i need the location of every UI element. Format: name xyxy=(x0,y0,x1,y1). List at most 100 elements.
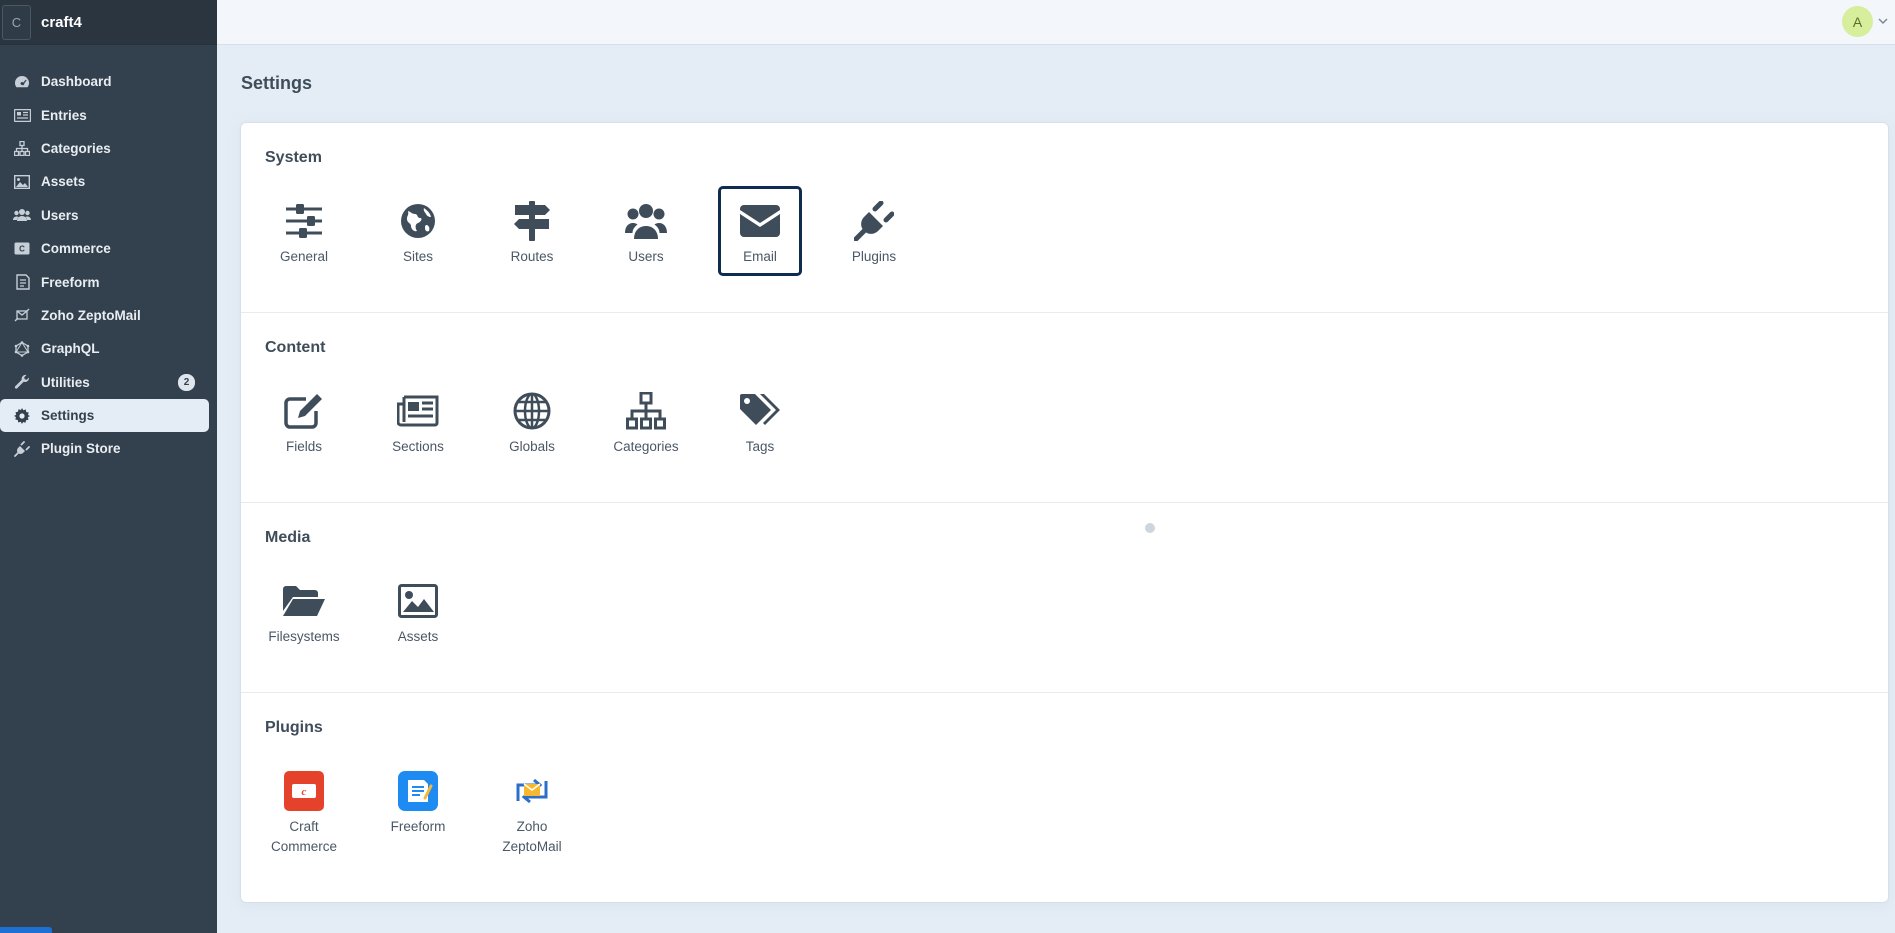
loading-spinner xyxy=(1145,523,1155,533)
tile-label: Zoho ZeptoMail xyxy=(502,819,562,854)
users-icon xyxy=(624,199,668,243)
tile-label: Plugins xyxy=(851,249,897,264)
freeform-icon xyxy=(396,769,440,813)
tile-globals[interactable]: Globals xyxy=(493,379,571,463)
graphql-icon xyxy=(13,340,31,358)
nav-label: Freeform xyxy=(41,274,100,290)
svg-text:C: C xyxy=(19,245,25,254)
tile-label: Email xyxy=(743,249,777,264)
tile-assets[interactable]: Assets xyxy=(379,569,457,653)
tile-fields[interactable]: Fields xyxy=(265,379,343,463)
freeform-icon xyxy=(13,273,31,291)
signpost-icon xyxy=(510,199,554,243)
tile-tags[interactable]: Tags xyxy=(721,379,799,463)
section-title: Plugins xyxy=(265,719,323,736)
image-icon xyxy=(13,173,31,191)
section-content: Content Fields Sections Globals Categori… xyxy=(241,313,1888,503)
tile-label: Tags xyxy=(745,439,775,454)
nav-item-categories[interactable]: Categories xyxy=(0,132,209,165)
chevron-down-icon[interactable] xyxy=(1877,14,1889,26)
nav-label: Dashboard xyxy=(41,74,112,90)
page-title: Settings xyxy=(241,73,313,93)
nav-item-assets[interactable]: Assets xyxy=(0,165,209,198)
tile-label: Assets xyxy=(397,629,439,644)
wrench-icon xyxy=(13,373,31,391)
nav-item-plugin-store[interactable]: Plugin Store xyxy=(0,432,209,465)
nav-label: Assets xyxy=(41,174,86,190)
zeptomail-icon xyxy=(510,769,554,813)
main-nav: Dashboard Entries Categories Assets User… xyxy=(0,65,217,466)
gauge-icon xyxy=(13,73,31,91)
nav-item-dashboard[interactable]: Dashboard xyxy=(0,65,209,98)
nav-item-graphql[interactable]: GraphQL xyxy=(0,332,209,365)
envelope-icon xyxy=(738,199,782,243)
tile-routes[interactable]: Routes xyxy=(493,189,571,273)
svg-text:c: c xyxy=(302,786,307,798)
utilities-badge: 2 xyxy=(178,373,195,391)
sliders-icon xyxy=(282,199,326,243)
sitemap-icon xyxy=(13,139,31,157)
user-avatar[interactable]: A xyxy=(1842,6,1873,37)
section-plugins: Plugins c Craft Commerce Freeform Zoho Z… xyxy=(241,693,1888,902)
tile-categories[interactable]: Categories xyxy=(607,379,685,463)
tile-sections[interactable]: Sections xyxy=(379,379,457,463)
craft-commerce-icon: c xyxy=(282,769,326,813)
users-icon xyxy=(13,206,31,224)
tile-plugins[interactable]: Plugins xyxy=(835,189,913,273)
tile-zoho-zeptomail[interactable]: Zoho ZeptoMail xyxy=(493,759,571,859)
nav-label: Zoho ZeptoMail xyxy=(41,307,141,323)
section-system: System General Sites Routes Users Email … xyxy=(241,123,1888,313)
globe-americas-icon xyxy=(396,199,440,243)
tile-users[interactable]: Users xyxy=(607,189,685,273)
tile-filesystems[interactable]: Filesystems xyxy=(265,569,343,653)
nav-item-zoho-zeptomail[interactable]: Zoho ZeptoMail xyxy=(0,299,209,332)
nav-item-utilities[interactable]: Utilities 2 xyxy=(0,366,209,399)
tile-grid: c Craft Commerce Freeform Zoho ZeptoMail xyxy=(265,759,607,859)
tile-freeform[interactable]: Freeform xyxy=(379,759,457,859)
tile-label: Sections xyxy=(392,439,444,454)
tile-label: Filesystems xyxy=(268,629,340,644)
image-icon xyxy=(396,579,440,623)
tile-craft-commerce[interactable]: c Craft Commerce xyxy=(265,759,343,859)
site-name[interactable]: craft4 xyxy=(41,14,82,31)
newspaper-icon xyxy=(396,389,440,433)
newspaper-icon xyxy=(13,106,31,124)
site-header[interactable]: C craft4 xyxy=(0,0,217,45)
nav-item-settings[interactable]: Settings xyxy=(0,398,209,433)
nav-item-freeform[interactable]: Freeform xyxy=(0,265,209,298)
tile-label: Routes xyxy=(510,249,554,264)
nav-item-users[interactable]: Users xyxy=(0,199,209,232)
tile-grid: Fields Sections Globals Categories Tags xyxy=(265,379,835,463)
dev-mode-indicator xyxy=(0,927,52,933)
tile-label: General xyxy=(279,249,329,264)
section-media: Media Filesystems Assets xyxy=(241,503,1888,693)
plug-icon xyxy=(852,199,896,243)
nav-label: Entries xyxy=(41,107,87,123)
tile-general[interactable]: General xyxy=(265,189,343,273)
tile-email[interactable]: Email xyxy=(718,186,802,276)
zeptomail-icon xyxy=(13,306,31,324)
nav-item-entries[interactable]: Entries xyxy=(0,98,209,131)
tile-label: Globals xyxy=(509,439,555,454)
tile-label: Sites xyxy=(402,249,433,264)
plug-icon xyxy=(13,440,31,458)
tile-grid: Filesystems Assets xyxy=(265,569,493,653)
section-title: System xyxy=(265,149,322,166)
section-title: Content xyxy=(265,339,326,356)
global-header: A xyxy=(217,0,1895,45)
globe-grid-icon xyxy=(510,389,554,433)
sitemap-icon xyxy=(624,389,668,433)
nav-label: Users xyxy=(41,207,79,223)
tile-label: Fields xyxy=(285,439,322,454)
nav-label: Utilities xyxy=(41,374,90,390)
settings-card: System General Sites Routes Users Email … xyxy=(241,123,1888,902)
nav-item-commerce[interactable]: C Commerce xyxy=(0,232,209,265)
gear-icon xyxy=(13,407,31,425)
nav-label: Commerce xyxy=(41,241,111,257)
nav-label: Settings xyxy=(41,408,95,424)
sidebar: C craft4 Dashboard Entries Categories As… xyxy=(0,0,217,933)
tile-sites[interactable]: Sites xyxy=(379,189,457,273)
tags-icon xyxy=(738,389,782,433)
nav-label: GraphQL xyxy=(41,341,100,357)
nav-label: Categories xyxy=(41,140,111,156)
